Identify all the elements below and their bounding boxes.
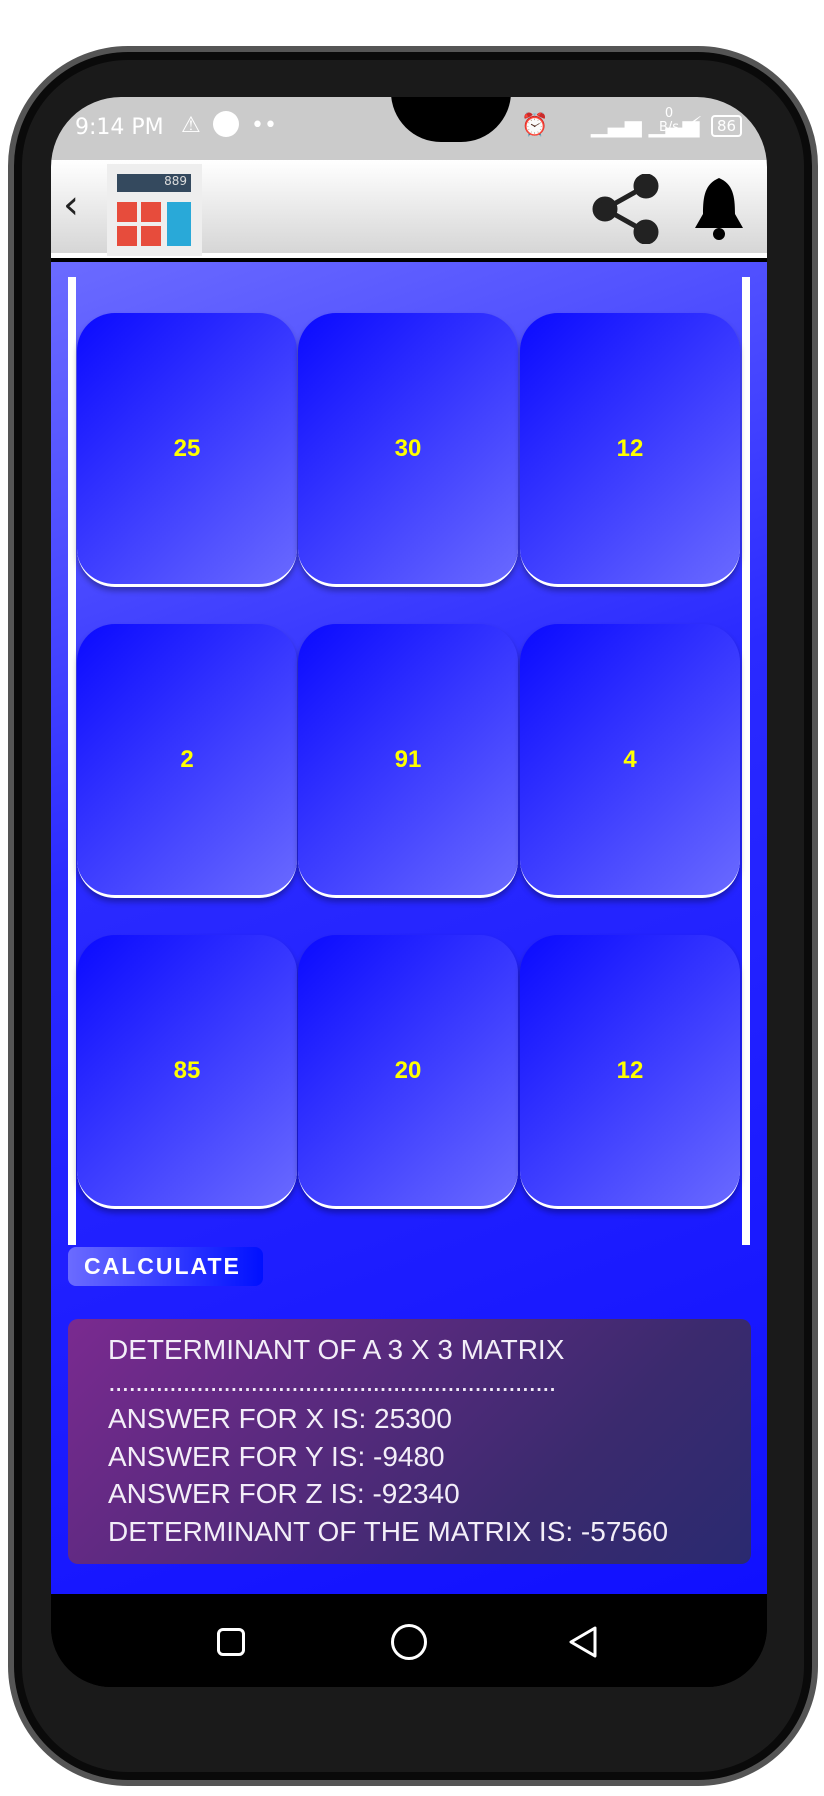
- matrix-cell-2-1[interactable]: 20: [298, 935, 518, 1209]
- back-button[interactable]: ‹: [63, 182, 79, 228]
- warning-icon: ⚠: [181, 113, 201, 138]
- home-button-icon[interactable]: [391, 1624, 427, 1660]
- navigation-bar: [51, 1594, 767, 1687]
- logo-display: 889: [117, 174, 191, 192]
- matrix-cell-0-0[interactable]: 25: [77, 313, 297, 587]
- more-dots-icon: ••: [251, 113, 277, 138]
- camera-notch: [391, 97, 511, 142]
- net-speed: 0 B/s: [658, 106, 680, 135]
- matrix-cell-1-1[interactable]: 91: [298, 624, 518, 898]
- matrix-cell-0-2[interactable]: 12: [520, 313, 740, 587]
- battery-level: 86: [711, 115, 743, 137]
- grid-right-border: [742, 277, 750, 1245]
- charging-icon: ⚡: [687, 113, 703, 138]
- matrix-cell-1-2[interactable]: 4: [520, 624, 740, 898]
- result-separator: ........................................…: [108, 1365, 556, 1397]
- matrix-cell-2-0[interactable]: 85: [77, 935, 297, 1209]
- result-x: ANSWER FOR X IS: 25300: [108, 1403, 452, 1434]
- result-y: ANSWER FOR Y IS: -9480: [108, 1440, 445, 1472]
- matrix-cell-1-0[interactable]: 2: [77, 624, 297, 898]
- app-logo: 889: [107, 164, 202, 256]
- result-z: ANSWER FOR Z IS: -92340: [108, 1478, 460, 1509]
- status-time: 9:14 PM: [75, 115, 164, 140]
- recents-button-icon[interactable]: [217, 1628, 245, 1656]
- main-content: 25 30 12 2 91 4 85 20 12 CALCULATE DETERMINANT O…: [51, 262, 767, 1594]
- notification-dot-icon: [213, 111, 239, 137]
- alarm-icon: ⏰: [521, 113, 549, 138]
- result-panel: DETERMINANT OF A 3 X 3 MATRIX ..........…: [68, 1319, 751, 1564]
- app-header: ‹ 889: [51, 160, 767, 258]
- share-icon[interactable]: [591, 174, 661, 244]
- matrix-cell-0-1[interactable]: 30: [298, 313, 518, 587]
- status-bar: 9:14 PM ⚠ •• ⏰ ▁▃▅ ▁▃▅ 0 B/s ⚡ 86: [51, 97, 767, 160]
- back-nav-icon[interactable]: [565, 1624, 601, 1660]
- bell-icon[interactable]: [691, 174, 747, 244]
- signal-icon: ▁▃▅ ▁▃▅: [591, 113, 700, 138]
- result-determinant: DETERMINANT OF THE MATRIX IS: -57560: [108, 1515, 669, 1547]
- screen: 9:14 PM ⚠ •• ⏰ ▁▃▅ ▁▃▅ 0 B/s ⚡ 86 ‹ 889 …: [51, 97, 767, 1687]
- grid-left-border: [68, 277, 76, 1245]
- matrix-cell-2-2[interactable]: 12: [520, 935, 740, 1209]
- calculate-button[interactable]: CALCULATE: [68, 1247, 263, 1286]
